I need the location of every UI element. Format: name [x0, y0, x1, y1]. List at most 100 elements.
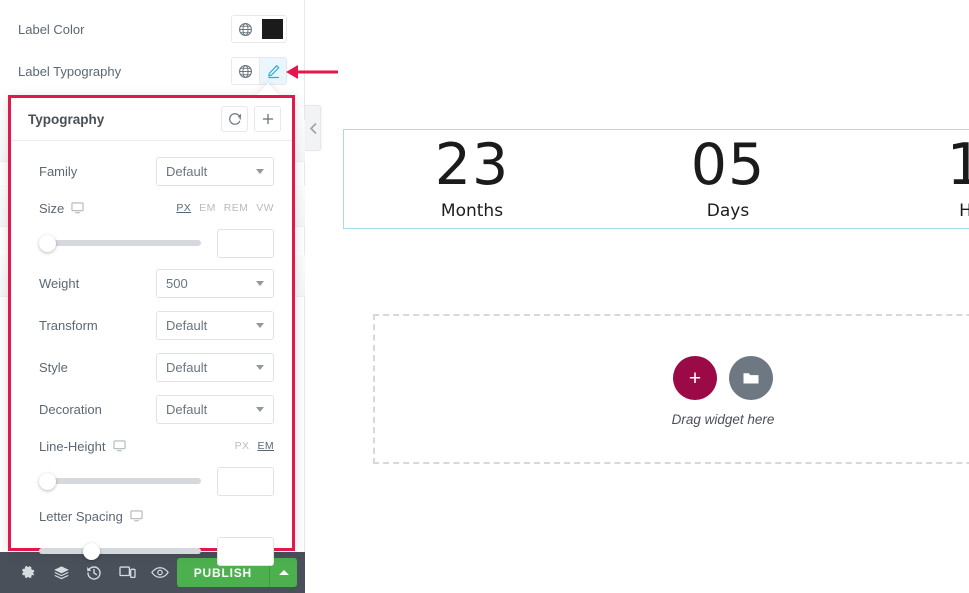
reset-icon — [228, 113, 241, 125]
globe-icon — [239, 22, 252, 36]
control-row-label-color: Label Color — [0, 8, 305, 50]
family-select[interactable]: Default — [156, 156, 274, 186]
editor-screen: 23 Months 05 Days 15 Hours + — [0, 0, 969, 593]
unit-px[interactable]: PX — [176, 202, 191, 214]
letter-spacing-input[interactable] — [217, 536, 274, 566]
plus-icon — [262, 113, 273, 125]
annotation-arrow — [286, 65, 338, 79]
line-height-slider-row — [11, 462, 292, 500]
canvas-area: 23 Months 05 Days 15 Hours + — [305, 0, 969, 593]
chevron-down-icon — [256, 407, 264, 412]
style-label: Style — [39, 359, 68, 375]
size-label: Size — [39, 201, 176, 216]
global-fonts-button[interactable] — [232, 58, 259, 84]
global-colors-button[interactable] — [232, 16, 259, 42]
countdown-digits: 23 — [434, 132, 510, 198]
popover-body: Family Default Size PX EM REM VW Weight … — [11, 141, 292, 570]
desktop-icon[interactable] — [71, 202, 84, 214]
chevron-down-icon — [256, 365, 264, 370]
style-value: Default — [166, 359, 208, 375]
unit-em[interactable]: EM — [199, 202, 216, 214]
field-decoration: Decoration Default — [11, 388, 292, 430]
unit-rem[interactable]: REM — [224, 202, 249, 214]
desktop-icon[interactable] — [112, 440, 126, 452]
countdown-label: Months — [440, 201, 504, 221]
countdown-item: 23 Months — [344, 132, 600, 222]
reset-typography-button[interactable] — [221, 106, 248, 132]
size-input[interactable] — [217, 228, 274, 258]
size-label-text: Size — [39, 200, 65, 216]
size-slider[interactable] — [39, 234, 201, 252]
unit-vw[interactable]: VW — [256, 202, 274, 214]
field-line-height: Line-Height PX EM — [11, 430, 292, 462]
typography-popover: Typography Family Default Size PX EM REM… — [8, 95, 295, 566]
countdown-item: 15 Hours — [856, 132, 969, 222]
transform-label: Transform — [39, 317, 98, 333]
label-color-swatch[interactable] — [259, 16, 286, 42]
letter-spacing-label-text: Letter Spacing — [39, 508, 123, 524]
size-slider-row — [11, 224, 292, 262]
line-height-slider-handle[interactable] — [39, 472, 56, 490]
weight-value: 500 — [166, 275, 188, 291]
popover-title: Typography — [28, 111, 105, 127]
desktop-icon[interactable] — [130, 510, 143, 522]
panel-collapse-toggle[interactable] — [305, 105, 321, 151]
chevron-left-icon — [309, 122, 316, 134]
transform-value: Default — [166, 317, 208, 333]
field-style: Style Default — [11, 346, 292, 388]
add-typography-button[interactable] — [254, 106, 281, 132]
popover-header: Typography — [11, 98, 292, 141]
field-letter-spacing: Letter Spacing — [11, 500, 292, 532]
popover-caret — [257, 83, 279, 95]
add-template-button[interactable] — [729, 356, 773, 400]
dropzone-label: Drag widget here — [671, 412, 775, 427]
family-value: Default — [166, 163, 208, 179]
field-family: Family Default — [11, 150, 292, 192]
transform-select[interactable]: Default — [156, 310, 274, 340]
color-swatch — [262, 19, 283, 39]
label-typography-controls — [231, 57, 287, 85]
label-color-controls — [231, 15, 287, 43]
field-transform: Transform Default — [11, 304, 292, 346]
countdown-widget[interactable]: 23 Months 05 Days 15 Hours — [343, 129, 969, 229]
decoration-value: Default — [166, 401, 208, 417]
style-select[interactable]: Default — [156, 352, 274, 382]
decoration-label: Decoration — [39, 401, 102, 417]
line-height-slider[interactable] — [39, 472, 201, 490]
edit-typography-button[interactable] — [259, 58, 286, 84]
label-color-label: Label Color — [18, 21, 85, 37]
chevron-down-icon — [256, 169, 264, 174]
chevron-down-icon — [256, 323, 264, 328]
countdown-label: Days — [706, 201, 750, 221]
size-slider-handle[interactable] — [39, 234, 56, 252]
decoration-select[interactable]: Default — [156, 394, 274, 424]
folder-icon — [743, 373, 758, 384]
line-height-units: PX EM — [235, 440, 274, 452]
field-size: Size PX EM REM VW — [11, 192, 292, 224]
line-height-label: Line-Height — [39, 439, 235, 454]
letter-spacing-slider-handle[interactable] — [82, 542, 100, 560]
field-weight: Weight 500 — [11, 262, 292, 304]
widget-dropzone[interactable]: + Drag widget here — [373, 314, 969, 464]
globe-icon — [239, 64, 252, 78]
unit-em[interactable]: EM — [257, 440, 274, 452]
countdown-digits: 05 — [690, 132, 766, 198]
letter-spacing-label: Letter Spacing — [39, 509, 274, 524]
letter-spacing-slider[interactable] — [39, 542, 201, 560]
plus-icon: + — [688, 366, 702, 390]
chevron-up-icon — [278, 570, 289, 575]
letter-spacing-slider-row — [11, 532, 292, 570]
family-label: Family — [39, 163, 78, 179]
line-height-input[interactable] — [217, 466, 274, 496]
add-widget-button[interactable]: + — [673, 356, 717, 400]
pencil-icon — [267, 64, 279, 78]
countdown-digits: 15 — [946, 132, 969, 198]
chevron-down-icon — [256, 281, 264, 286]
size-units: PX EM REM VW — [176, 202, 274, 214]
label-typography-label: Label Typography — [18, 63, 122, 79]
weight-label: Weight — [39, 275, 80, 291]
countdown-item: 05 Days — [600, 132, 856, 222]
unit-px[interactable]: PX — [235, 440, 250, 452]
weight-select[interactable]: 500 — [156, 268, 274, 298]
countdown-label: Hours — [959, 201, 969, 221]
